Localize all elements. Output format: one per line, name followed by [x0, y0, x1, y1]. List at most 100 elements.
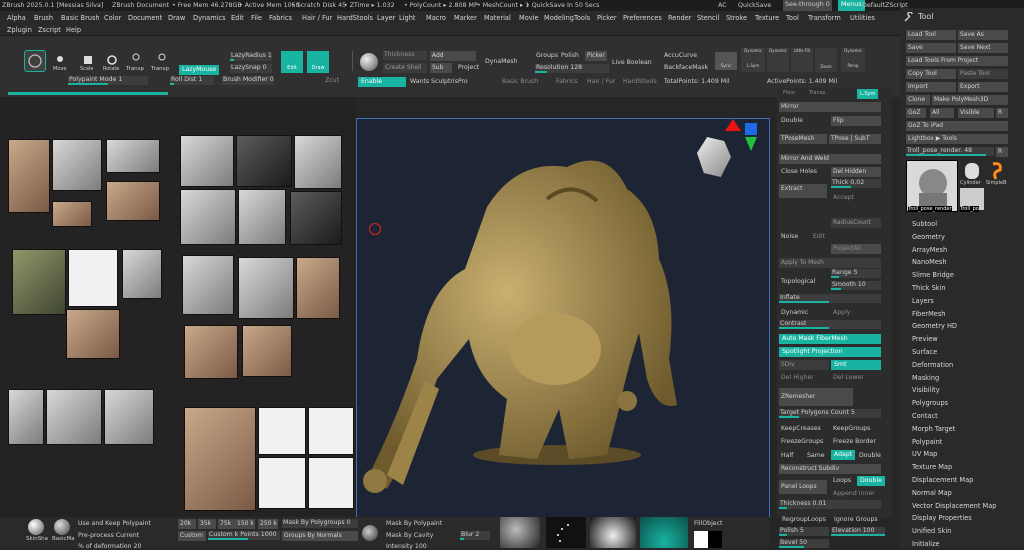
k250-button[interactable]: 250 k [258, 519, 278, 529]
sphere-icon[interactable] [360, 53, 378, 71]
fabrics-tab[interactable]: Fabrics [556, 78, 578, 85]
zcut-label[interactable]: Zcut [325, 77, 339, 84]
color-secondary-swatch[interactable] [708, 531, 722, 548]
roll-dist-slider[interactable]: Roll Dist 1 [170, 76, 214, 85]
extract-button[interactable]: Extract [779, 184, 827, 198]
subpalette-polygroups[interactable]: Polygroups [912, 399, 948, 407]
basic-brush-tab[interactable]: Basic Brush [502, 78, 538, 85]
subpalette-vector-displacement-map[interactable]: Vector Displacement Map [912, 502, 996, 510]
del-higher-button[interactable]: Del Higher [781, 374, 814, 381]
radiuscount-slider[interactable]: RadiusCount [831, 218, 881, 228]
del-lower-button[interactable]: Del Lower [833, 374, 864, 381]
polish-button[interactable]: Polish [561, 52, 579, 59]
menu-brush[interactable]: Brush [34, 14, 53, 22]
subpalette-nanomesh[interactable]: NanoMesh [912, 258, 947, 266]
menu-movie[interactable]: Movie [519, 14, 539, 22]
goz-visible-button[interactable]: Visible [958, 108, 994, 118]
goz-ipad-button[interactable]: GoZ To iPad [906, 121, 1008, 131]
dynamic-button[interactable]: Dynamic [767, 48, 789, 72]
littlefill-button[interactable]: Little Fill [791, 48, 813, 72]
menu-render[interactable]: Render [668, 14, 691, 22]
subpalette-deformation[interactable]: Deformation [912, 361, 953, 369]
accucurve-button[interactable]: AccuCurve [664, 52, 697, 59]
transp-tab[interactable]: Transp [809, 90, 825, 96]
half-button[interactable]: Half [781, 452, 793, 459]
save-button[interactable]: Save [906, 43, 956, 53]
thick-slider[interactable]: Thick 0.02 [831, 179, 881, 188]
mirror-button[interactable]: Mirror [779, 102, 881, 112]
floor-tab[interactable]: Floor [783, 90, 795, 96]
apply-to-mesh-button[interactable]: Apply To Mesh [779, 258, 881, 268]
subpalette-masking[interactable]: Masking [912, 374, 939, 382]
smt-toggle[interactable]: Smt [831, 360, 881, 370]
texture-preview-icon[interactable] [640, 517, 688, 548]
menu-light[interactable]: Light [399, 14, 415, 22]
menu-picker[interactable]: Picker [597, 14, 617, 22]
brush-modifier-slider[interactable]: Brush Modifier 0 [222, 76, 274, 85]
menu-basic-brush[interactable]: Basic Brush [61, 14, 100, 22]
close-holes-button[interactable]: Close Holes [781, 168, 817, 175]
menu-tool[interactable]: Tool [786, 14, 799, 22]
custom-button[interactable]: Custom [178, 531, 206, 541]
auto-mask-fibermesh-toggle[interactable]: Auto Mask FiberMesh [779, 334, 881, 344]
menus-toggle[interactable]: Menus [838, 0, 865, 11]
subpalette-geometry-hd[interactable]: Geometry HD [912, 322, 957, 330]
k35-button[interactable]: 35k [198, 519, 216, 529]
menu-macro[interactable]: Macro [426, 14, 446, 22]
transp2-icon[interactable] [156, 51, 168, 63]
ignore-groups-toggle[interactable]: Ignore Groups [834, 516, 878, 523]
current-tool-r-button[interactable]: R [996, 147, 1008, 157]
use-keep-polypaint-toggle[interactable]: Use and Keep Polypaint [78, 520, 151, 527]
menu-marker[interactable]: Marker [454, 14, 477, 22]
resolution-slider[interactable]: Resolution 128 [535, 64, 609, 73]
polish-slider[interactable]: Polish 5 [779, 527, 829, 536]
menu-zplugin[interactable]: Zplugin [7, 26, 32, 34]
load-tool-button[interactable]: Load Tool [906, 30, 956, 40]
material-preview-icon[interactable] [590, 517, 636, 548]
subpalette-display-properties[interactable]: Display Properties [912, 514, 972, 522]
bevel-slider[interactable]: Bevel 50 [779, 539, 829, 548]
groups-button[interactable]: Groups [536, 52, 558, 59]
topological-button[interactable]: Topological [781, 278, 815, 285]
smooth-slider[interactable]: Smooth 10 [831, 281, 881, 290]
double-loops-toggle[interactable]: Double [857, 476, 885, 486]
noise-edit-button[interactable]: Edit [813, 233, 825, 240]
subpalette-uv-map[interactable]: UV Map [912, 450, 937, 458]
keepgroups-toggle[interactable]: KeepGroups [833, 425, 870, 432]
subpalette-visibility[interactable]: Visibility [912, 386, 940, 394]
noise-button[interactable]: Noise [781, 233, 798, 240]
subpalette-texture-map[interactable]: Texture Map [912, 463, 952, 471]
mirror-weld-button[interactable]: Mirror And Weld [779, 154, 881, 164]
mask-by-polypaint-button[interactable]: Mask By Polypaint [386, 520, 442, 527]
menu-modelingtools[interactable]: ModelingTools [544, 14, 590, 22]
del-hidden-button[interactable]: Del Hidden [831, 167, 881, 177]
menu-draw[interactable]: Draw [168, 14, 185, 22]
spotlight-projection-toggle[interactable]: Spotlight Projection [779, 347, 881, 357]
accept-button[interactable]: Accept [833, 194, 854, 201]
sub-button[interactable]: Sub [430, 63, 452, 73]
subpalette-arraymesh[interactable]: ArrayMesh [912, 246, 947, 254]
subpalette-thick-skin[interactable]: Thick Skin [912, 284, 946, 292]
k150-button[interactable]: 150 k [235, 519, 255, 529]
same-button[interactable]: Same [807, 452, 825, 459]
menu-preferences[interactable]: Preferences [623, 14, 662, 22]
ac-label[interactable]: AC [718, 2, 727, 9]
subpalette-unified-skin[interactable]: Unified Skin [912, 527, 951, 535]
menu-texture[interactable]: Texture [755, 14, 779, 22]
subpalette-contact[interactable]: Contact [912, 412, 938, 420]
k20-button[interactable]: 20k [178, 519, 196, 529]
double-toggle[interactable]: Double [859, 452, 881, 459]
menu-material[interactable]: Material [484, 14, 511, 22]
menu-color[interactable]: Color [104, 14, 121, 22]
freezegroups-toggle[interactable]: FreezeGroups [781, 438, 823, 445]
menu-stroke[interactable]: Stroke [726, 14, 747, 22]
menu-transform[interactable]: Transform [808, 14, 841, 22]
menu-alpha[interactable]: Alpha [7, 14, 26, 22]
thickness-slider[interactable]: Thickness [383, 51, 427, 60]
subpalette-polypaint[interactable]: Polypaint [912, 438, 942, 446]
lazyradius-slider[interactable]: LazyRadius 1 [230, 52, 272, 61]
troll-model[interactable] [357, 119, 771, 519]
panel-loops-button[interactable]: Panel Loops [779, 480, 827, 494]
loops-toggle[interactable]: Loops [833, 477, 851, 484]
transp-icon[interactable] [130, 51, 142, 63]
